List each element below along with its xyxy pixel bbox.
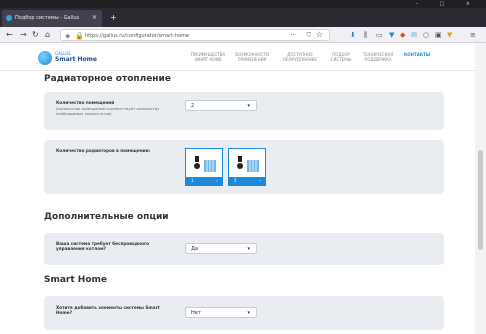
radiator-tile-1[interactable]: 1 › bbox=[185, 148, 223, 186]
extension-shield-icon[interactable]: ▼ bbox=[389, 30, 394, 40]
extension-yellow-icon[interactable]: ▼ bbox=[447, 30, 452, 40]
wireless-label: Ваша система требует беспроводного управ… bbox=[56, 241, 150, 251]
site-header: GALLUS Smart Home Преимущества Smart Hom… bbox=[0, 43, 486, 71]
new-tab-button[interactable]: + bbox=[110, 13, 117, 23]
chevron-down-icon: ▾ bbox=[247, 246, 250, 252]
tile-arrow-icon[interactable]: › bbox=[216, 177, 218, 185]
menu-hamburger-icon[interactable]: ≡ bbox=[470, 30, 476, 40]
wireless-card: Ваша система требует беспроводного управ… bbox=[44, 233, 444, 265]
rooms-label: Количество помещений bbox=[56, 100, 115, 105]
extension-mail-icon[interactable]: ✉ bbox=[411, 30, 417, 40]
lock-icon[interactable]: 🔒 bbox=[75, 31, 84, 41]
close-tab-icon[interactable]: × bbox=[92, 13, 97, 23]
browser-menu-bar: Файл Правка Вид Журнал Закладки Инструме… bbox=[0, 0, 486, 16]
navigation-bar: ← → ↻ ⌂ ◈ 🔒 https://gallus.ru/configurat… bbox=[0, 27, 486, 43]
scrollbar-thumb[interactable] bbox=[478, 150, 483, 250]
back-icon[interactable]: ← bbox=[6, 29, 13, 41]
smart-home-select[interactable]: Нет ▾ bbox=[185, 307, 257, 318]
tile-number: 1 bbox=[191, 178, 194, 183]
tab-bar: Подбор системы - Gallus × + bbox=[0, 8, 486, 27]
home-icon[interactable]: ⌂ bbox=[45, 29, 50, 41]
extension-circle-icon[interactable]: ○ bbox=[423, 30, 429, 40]
tile-footer: 1 › bbox=[186, 177, 222, 185]
more-icon[interactable]: ··· bbox=[290, 30, 297, 40]
nav-support[interactable]: Техническая поддержка bbox=[360, 52, 396, 62]
radiator-tile-2[interactable]: 2 › bbox=[228, 148, 266, 186]
extension-red-icon[interactable]: ◆ bbox=[400, 30, 405, 40]
logo-icon[interactable] bbox=[38, 51, 52, 65]
tab-title: Подбор системы - Gallus bbox=[15, 15, 80, 21]
url-bar[interactable]: ◈ 🔒 https://gallus.ru/configurator/smart… bbox=[60, 29, 330, 41]
smart-home-card: Хотите добавить элементы системы Smart H… bbox=[44, 296, 444, 330]
nav-advantages[interactable]: Преимущества Smart Home bbox=[188, 52, 228, 62]
rooms-card: Количество помещений (количество помещен… bbox=[44, 92, 444, 130]
wireless-select-value: Да bbox=[191, 246, 198, 252]
thermostat-radiator-icon bbox=[194, 156, 216, 172]
extension-box-icon[interactable]: ▣ bbox=[435, 30, 442, 40]
smart-home-select-value: Нет bbox=[191, 310, 201, 316]
rooms-select[interactable]: 2 ▾ bbox=[185, 100, 257, 111]
rooms-sublabel: (количество помещений соответствует коли… bbox=[56, 106, 160, 116]
wireless-select[interactable]: Да ▾ bbox=[185, 243, 257, 254]
radiators-label: Количество радиаторов в помещении: bbox=[56, 148, 151, 153]
nav-system-selection[interactable]: Подбор системы bbox=[326, 52, 356, 62]
reload-icon[interactable]: ↻ bbox=[32, 29, 39, 41]
radiators-card: Количество радиаторов в помещении: 1 › 2… bbox=[44, 140, 444, 194]
thermostat-radiator-icon bbox=[237, 156, 259, 172]
tile-number: 2 bbox=[234, 178, 237, 183]
favicon-icon bbox=[6, 15, 12, 21]
bookmark-star-icon[interactable]: ☆ bbox=[316, 30, 323, 40]
nav-contacts[interactable]: Контакты bbox=[402, 52, 432, 57]
extra-options-title: Дополнительные опции bbox=[44, 212, 169, 222]
nav-applications[interactable]: Возможности применения bbox=[232, 52, 272, 62]
heating-section-title: Радиаторное отопление bbox=[44, 74, 171, 84]
tile-footer: 2 › bbox=[229, 177, 265, 185]
library-icon[interactable]: ⫼ bbox=[364, 30, 367, 40]
smart-home-title: Smart Home bbox=[44, 275, 108, 285]
logo-title[interactable]: Smart Home bbox=[55, 56, 97, 64]
window-controls[interactable]: – □ × bbox=[415, 0, 480, 8]
browser-tab[interactable]: Подбор системы - Gallus × bbox=[2, 10, 102, 27]
shield-icon[interactable]: ◈ bbox=[65, 31, 70, 41]
smart-home-label: Хотите добавить элементы системы Smart H… bbox=[56, 305, 160, 315]
download-icon[interactable]: ⬇ bbox=[350, 30, 356, 40]
sidebar-icon[interactable]: ▭ bbox=[376, 30, 383, 40]
chevron-down-icon: ▾ bbox=[247, 103, 250, 109]
forward-icon[interactable]: → bbox=[20, 29, 27, 41]
chevron-down-icon: ▾ bbox=[247, 310, 250, 316]
rooms-select-value: 2 bbox=[191, 103, 195, 109]
url-text[interactable]: https://gallus.ru/configurator/smart-hom… bbox=[85, 31, 189, 41]
nav-equipment[interactable]: Доступное оборудование bbox=[278, 52, 322, 62]
configurator-content: Радиаторное отопление Количество помещен… bbox=[0, 71, 475, 334]
pocket-icon[interactable]: ⛉ bbox=[306, 31, 311, 41]
tile-arrow-icon[interactable]: › bbox=[259, 177, 261, 185]
